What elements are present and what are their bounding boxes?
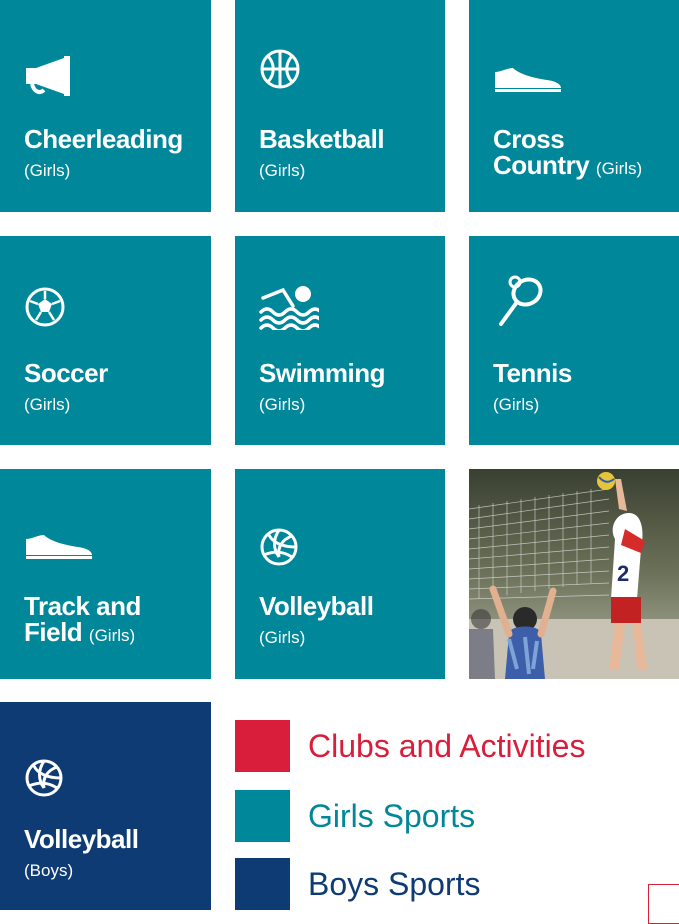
tile-subtitle: (Girls) (259, 395, 306, 414)
volleyball-players-photo: 2 (469, 469, 679, 679)
tile-volleyball-girls[interactable]: Volleyball (Girls) (235, 469, 445, 679)
tile-subtitle: (Girls) (24, 161, 71, 180)
tile-soccer-girls[interactable]: Soccer (Girls) (0, 236, 211, 445)
legend-label: Clubs and Activities (308, 728, 586, 764)
legend-swatch-teal (235, 790, 290, 842)
legend-swatch-navy (235, 858, 290, 910)
tile-subtitle: (Girls) (595, 159, 643, 178)
basketball-icon (259, 48, 301, 90)
legend-clubs-and-activities: Clubs and Activities (235, 720, 585, 772)
tile-volleyball-boys[interactable]: Volleyball (Boys) (0, 702, 211, 910)
tile-title: Volleyball (259, 591, 374, 621)
tile-title-line2: Country (493, 150, 590, 180)
tile-title: Tennis (493, 358, 572, 388)
legend-label: Boys Sports (308, 866, 481, 902)
tile-subtitle: (Girls) (259, 161, 306, 180)
tile-title: Basketball (259, 124, 385, 154)
shoe-icon (24, 533, 94, 559)
legend-girls-sports: Girls Sports (235, 790, 475, 842)
tile-subtitle: (Girls) (24, 395, 71, 414)
legend-boys-sports: Boys Sports (235, 858, 481, 910)
tile-track-and-field-girls[interactable]: Track and Field (Girls) (0, 469, 211, 679)
tile-title: Soccer (24, 358, 108, 388)
tennis-racket-icon (493, 274, 549, 330)
tile-title: Cross Country (Girls) (493, 126, 642, 182)
volleyball-icon (24, 758, 64, 798)
tile-subtitle: (Girls) (493, 395, 540, 414)
page-corner-mark (648, 884, 679, 924)
tile-tennis-girls[interactable]: Tennis (Girls) (469, 236, 679, 445)
legend-label: Girls Sports (308, 798, 476, 834)
tile-title: Swimming (259, 358, 386, 388)
tile-basketball-girls[interactable]: Basketball (Girls) (235, 0, 445, 212)
shoe-icon (493, 66, 563, 92)
tile-swimming-girls[interactable]: Swimming (Girls) (235, 236, 445, 445)
tile-subtitle: (Boys) (24, 861, 74, 880)
legend-swatch-red (235, 720, 290, 772)
tile-title: Volleyball (24, 824, 139, 854)
tile-subtitle: (Girls) (259, 628, 306, 647)
tile-cheerleading[interactable]: Cheerleading (Girls) (0, 0, 211, 212)
tile-subtitle: (Girls) (88, 626, 136, 645)
jersey-number: 2 (617, 561, 629, 586)
volleyball-icon (259, 527, 299, 567)
soccer-ball-icon (24, 286, 66, 328)
swimmer-icon (259, 282, 319, 330)
tile-title-line2: Field (24, 617, 83, 647)
tile-title: Cheerleading (24, 124, 183, 154)
megaphone-icon (24, 56, 72, 96)
tile-cross-country-girls[interactable]: Cross Country (Girls) (469, 0, 679, 212)
tile-title: Track and Field (Girls) (24, 593, 141, 649)
